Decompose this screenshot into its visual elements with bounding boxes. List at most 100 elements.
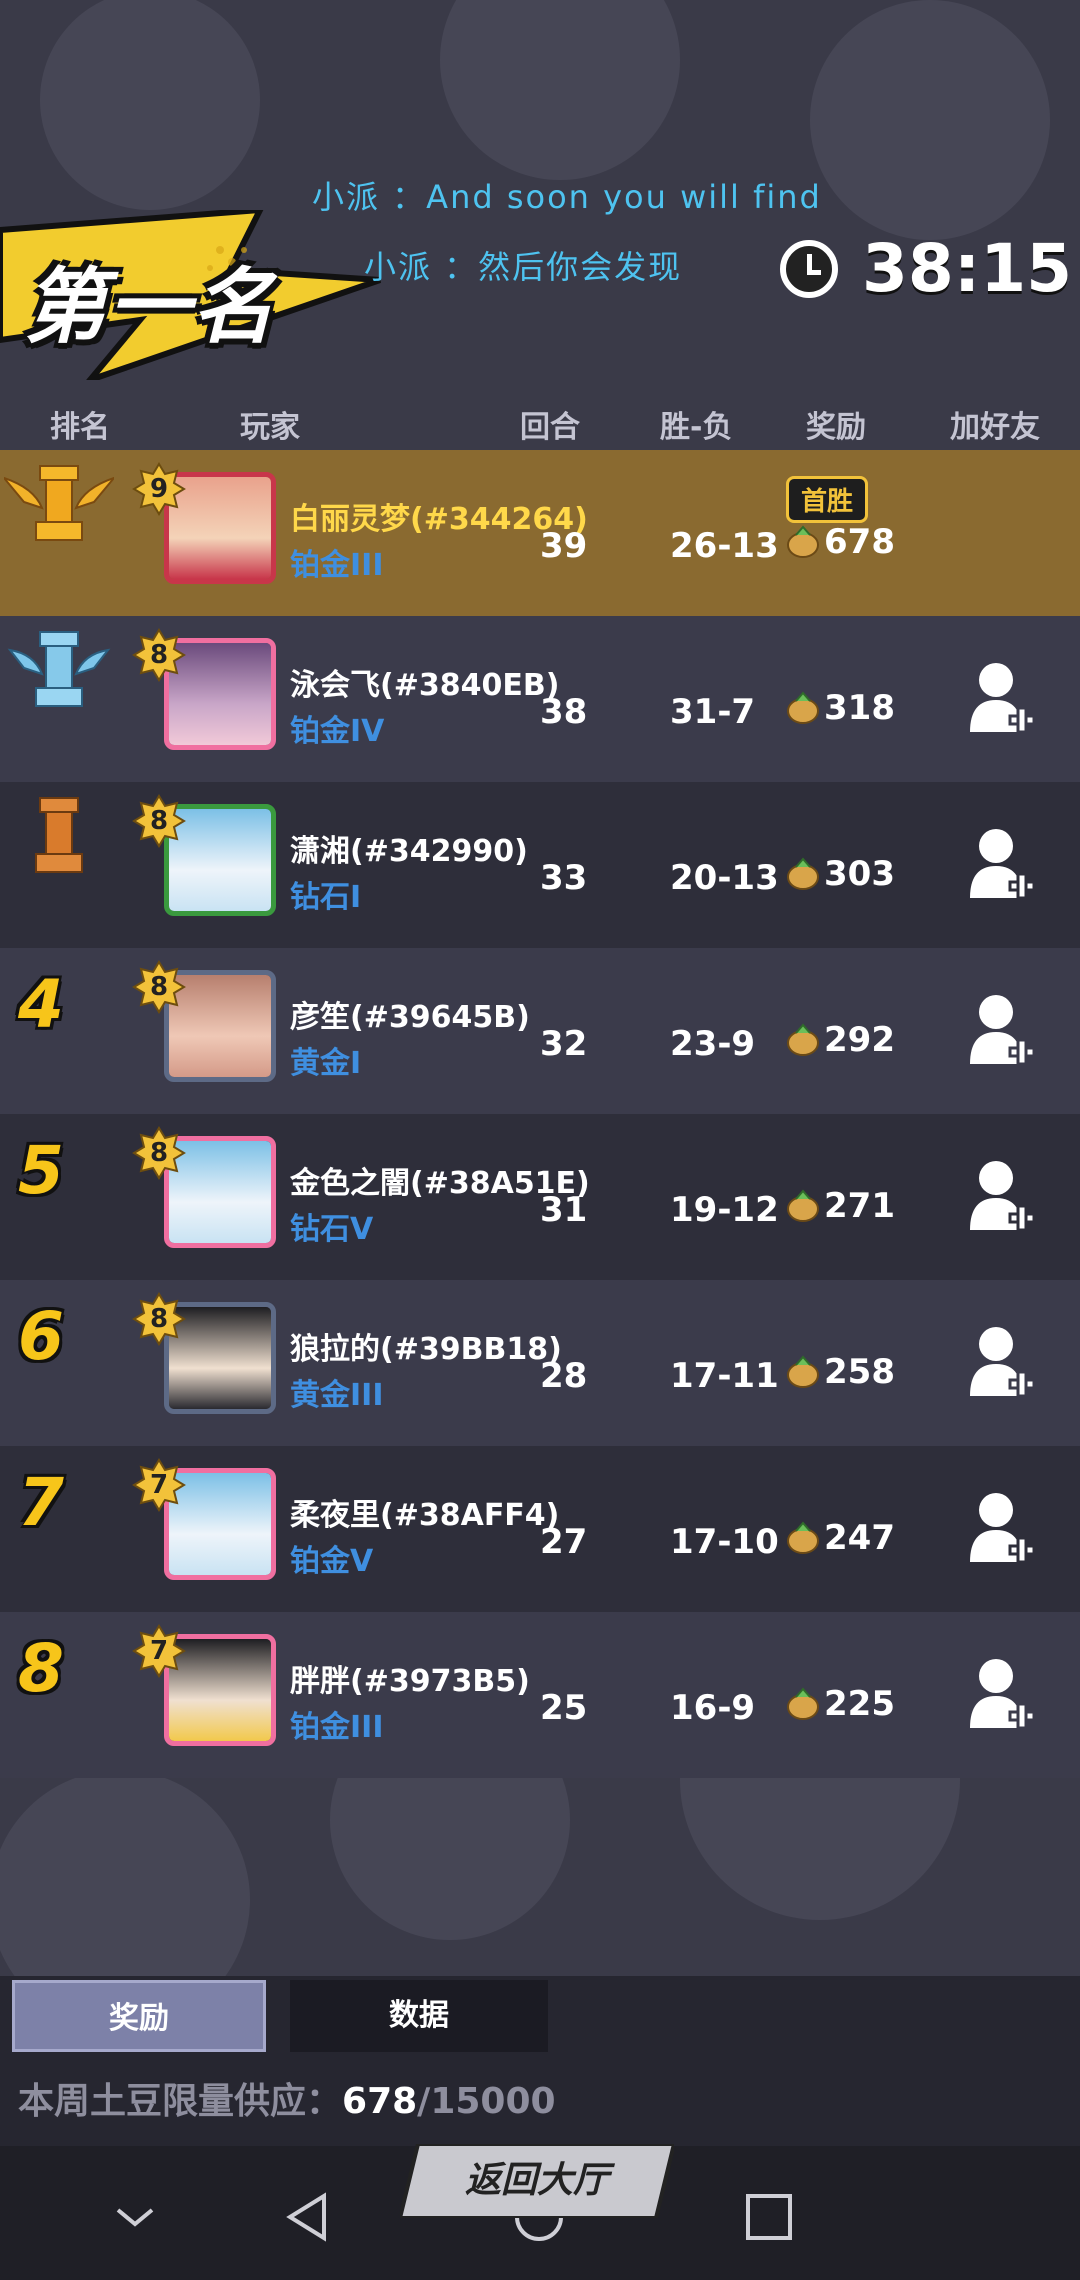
header-winloss: 胜-负 [660, 410, 733, 445]
potato-coin-icon [787, 1521, 819, 1554]
player-tier: 铂金III [290, 548, 384, 583]
lyric-line-1: 小派 ：And soon you will find [312, 178, 822, 216]
first-win-badge: 首胜 [786, 476, 869, 523]
add-friend-icon[interactable] [966, 1488, 1036, 1568]
winloss-value: 26-13 [670, 526, 779, 566]
rank-number: 7 [18, 1464, 64, 1541]
rounds-value: 25 [540, 1688, 588, 1728]
table-row[interactable]: 6 8 狼拉的(#39BB18) 黄金III 28 17-11 258 [0, 1280, 1080, 1446]
lyric-line-2: 小派 ：然后你会发现 [364, 248, 683, 286]
potato-coin-icon [787, 1687, 819, 1720]
potato-coin-icon [787, 1355, 819, 1388]
player-tier: 黄金I [290, 1046, 362, 1081]
table-row[interactable]: 4 8 彦笙(#39645B) 黄金I 32 23-9 292 [0, 948, 1080, 1114]
table-row[interactable]: 8 潇湘(#342990) 钻石I 33 20-13 303 [0, 782, 1080, 948]
header-rounds: 回合 [520, 410, 580, 445]
timer-value: 38:15 [862, 230, 1073, 307]
reward: 292 [786, 1020, 895, 1060]
rank-number: 6 [18, 1298, 64, 1375]
recents-square-icon[interactable] [742, 2190, 796, 2244]
level-badge: 8 [132, 1292, 186, 1346]
rounds-value: 33 [540, 858, 588, 898]
supply-current: 678 [342, 2081, 418, 2122]
weekly-supply: 本周土豆限量供应：678/15000 [18, 2072, 556, 2124]
clock-icon [780, 239, 838, 298]
winloss-value: 23-9 [670, 1024, 756, 1064]
rounds-value: 27 [540, 1522, 588, 1562]
reward: 258 [786, 1352, 895, 1392]
winloss-value: 17-10 [670, 1522, 779, 1562]
table-row[interactable]: 5 8 金色之闇(#38A51E) 钻石V 31 19-12 271 [0, 1114, 1080, 1280]
player-name: 潇湘(#342990) [290, 834, 528, 869]
add-friend-icon[interactable] [966, 1322, 1036, 1402]
reward: 303 [786, 854, 895, 894]
add-friend-icon[interactable] [966, 990, 1036, 1070]
level-badge: 8 [132, 960, 186, 1014]
player-tier: 铂金IV [290, 714, 385, 749]
table-row[interactable]: 8 泳会飞(#3840EB) 铂金IV 38 31-7 318 [0, 616, 1080, 782]
gold-rook-trophy-icon [4, 465, 114, 541]
rounds-value: 28 [540, 1356, 588, 1396]
header-rank: 排名 [50, 410, 110, 445]
rank-number: 4 [18, 966, 64, 1043]
level-badge: 8 [132, 794, 186, 848]
level-badge: 7 [132, 1458, 186, 1512]
winloss-value: 16-9 [670, 1688, 756, 1728]
table-row[interactable]: 9 白丽灵梦(#344264) 铂金III 39 26-13 首胜 678 [0, 450, 1080, 616]
header-reward: 奖励 [806, 410, 866, 445]
potato-coin-icon [787, 857, 819, 890]
add-friend-icon[interactable] [966, 1654, 1036, 1734]
rank-number: 5 [18, 1132, 64, 1209]
bronze-rook-trophy-icon [35, 797, 83, 873]
player-tier: 铂金V [290, 1544, 374, 1579]
tab-reward[interactable]: 奖励 [12, 1980, 266, 2052]
player-name: 泳会飞(#3840EB) [290, 668, 560, 703]
rounds-value: 38 [540, 692, 588, 732]
banner-title: 第一名 [24, 260, 276, 355]
header-player: 玩家 [240, 410, 300, 445]
level-badge: 8 [132, 628, 186, 682]
silver-rook-trophy-icon [7, 631, 111, 707]
tab-data[interactable]: 数据 [290, 1980, 548, 2052]
back-triangle-icon[interactable] [282, 2190, 336, 2244]
header-add-friend: 加好友 [950, 410, 1040, 445]
level-badge: 9 [132, 462, 186, 516]
winloss-value: 31-7 [670, 692, 756, 732]
add-friend-icon[interactable] [966, 658, 1036, 738]
player-name: 狼拉的(#39BB18) [290, 1332, 562, 1367]
player-tier: 铂金III [290, 1710, 384, 1745]
rank-number: 8 [18, 1630, 64, 1707]
table-row[interactable]: 8 7 胖胖(#3973B5) 铂金III 25 16-9 225 [0, 1612, 1080, 1778]
supply-total: /15000 [417, 2081, 556, 2122]
reward: 247 [786, 1518, 895, 1558]
reward: 678 [786, 522, 895, 562]
level-badge: 7 [132, 1624, 186, 1678]
potato-coin-icon [787, 691, 819, 724]
player-name: 柔夜里(#38AFF4) [290, 1498, 560, 1533]
supply-label: 本周土豆限量供应： [18, 2081, 343, 2122]
winloss-value: 17-11 [670, 1356, 779, 1396]
potato-coin-icon [787, 525, 819, 558]
winloss-value: 19-12 [670, 1190, 779, 1230]
rounds-value: 39 [540, 526, 588, 566]
potato-coin-icon [787, 1189, 819, 1222]
back-to-lobby-button[interactable]: 返回大厅 [400, 2144, 674, 2218]
reward: 225 [786, 1684, 895, 1724]
table-row[interactable]: 7 7 柔夜里(#38AFF4) 铂金V 27 17-10 247 [0, 1446, 1080, 1612]
player-tier: 钻石I [290, 880, 362, 915]
add-friend-icon[interactable] [966, 1156, 1036, 1236]
player-tier: 黄金III [290, 1378, 384, 1413]
level-badge: 8 [132, 1126, 186, 1180]
rounds-value: 31 [540, 1190, 588, 1230]
player-tier: 钻石V [290, 1212, 374, 1247]
game-timer: 38:15 [780, 230, 1072, 307]
reward: 271 [786, 1186, 895, 1226]
winloss-value: 20-13 [670, 858, 779, 898]
add-friend-icon[interactable] [966, 824, 1036, 904]
rounds-value: 32 [540, 1024, 588, 1064]
player-name: 彦笙(#39645B) [290, 1000, 530, 1035]
reward: 318 [786, 688, 895, 728]
potato-coin-icon [787, 1023, 819, 1056]
player-name: 胖胖(#3973B5) [290, 1664, 530, 1699]
chevron-down-icon[interactable] [108, 2190, 162, 2244]
